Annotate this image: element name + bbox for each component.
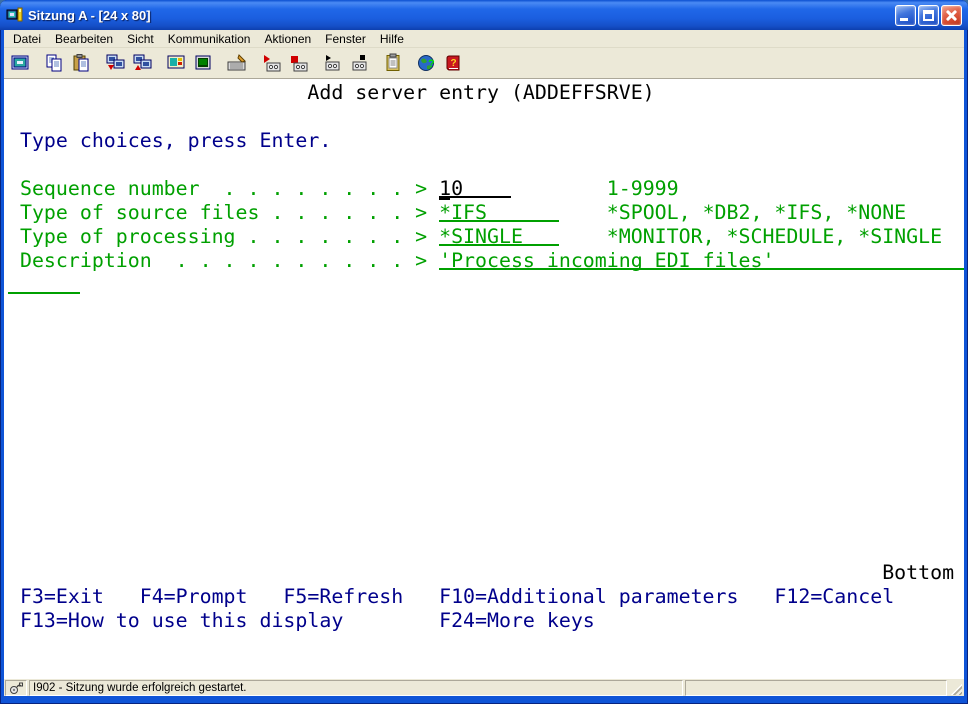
choices-type-of-source-files: *SPOOL, *DB2, *IFS, *NONE	[607, 201, 906, 224]
instruction-line: Type choices, press Enter.	[8, 129, 331, 152]
function-keys-line-2: F13=How to use this display F24=More key…	[8, 609, 595, 632]
menu-hilfe[interactable]: Hilfe	[373, 31, 411, 47]
keyboard-setup-button[interactable]	[224, 51, 250, 75]
close-button[interactable]	[941, 5, 962, 26]
play-macro-icon	[322, 53, 342, 73]
menu-sicht[interactable]: Sicht	[120, 31, 161, 47]
pause-macro-icon	[349, 53, 369, 73]
connection-status-panel	[5, 680, 27, 696]
svg-text:?: ?	[428, 58, 435, 70]
new-session-button[interactable]	[7, 51, 33, 75]
terminal-cursor	[439, 196, 450, 200]
paste-button[interactable]	[68, 51, 94, 75]
clipboard-button[interactable]	[380, 51, 406, 75]
function-keys-line-1: F3=Exit F4=Prompt F5=Refresh F10=Additio…	[8, 585, 894, 608]
send-file-icon	[105, 53, 125, 73]
color-setup-button[interactable]	[163, 51, 189, 75]
menu-datei[interactable]: Datei	[6, 31, 48, 47]
label-description: Description . . . . . . . . . . >	[8, 249, 439, 272]
help-icon: ?	[444, 53, 464, 73]
display-setup-icon	[193, 53, 213, 73]
choices-type-of-processing: *MONITOR, *SCHEDULE, *SINGLE	[607, 225, 942, 248]
minimize-button[interactable]	[895, 5, 916, 26]
input-sequence-number[interactable]: 10	[439, 177, 511, 198]
send-file-button[interactable]	[102, 51, 128, 75]
status-bar: I902 - Sitzung wurde erfolgreich gestart…	[4, 679, 964, 696]
play-macro-button[interactable]	[319, 51, 345, 75]
help-button[interactable]: ?	[441, 51, 467, 75]
web-help-icon: ?	[417, 53, 437, 73]
receive-file-button[interactable]	[129, 51, 155, 75]
bottom-indicator: Bottom	[8, 561, 954, 584]
menu-fenster[interactable]: Fenster	[318, 31, 373, 47]
toolbar: ? ?	[4, 48, 964, 79]
label-sequence-number: Sequence number . . . . . . . . >	[8, 177, 439, 200]
screen-title: Add server entry (ADDEFFSRVE)	[8, 81, 655, 104]
color-setup-icon	[166, 53, 186, 73]
keyboard-setup-icon	[227, 53, 247, 73]
terminal-screen[interactable]: Add server entry (ADDEFFSRVE) Type choic…	[4, 79, 964, 679]
paste-icon	[71, 53, 91, 73]
title-bar[interactable]: Sitzung A - [24 x 80]	[0, 0, 968, 30]
window-client-area: Datei Bearbeiten Sicht Kommunikation Akt…	[4, 30, 964, 696]
record-macro-icon	[261, 53, 281, 73]
new-session-icon	[10, 53, 30, 73]
resize-grip[interactable]	[949, 680, 963, 696]
menu-bearbeiten[interactable]: Bearbeiten	[48, 31, 120, 47]
web-help-button[interactable]: ?	[414, 51, 440, 75]
status-extra-panel	[685, 680, 947, 696]
input-description-continuation[interactable]	[8, 273, 80, 294]
minimize-icon	[900, 18, 908, 21]
record-macro-button[interactable]	[258, 51, 284, 75]
menu-aktionen[interactable]: Aktionen	[257, 31, 318, 47]
label-type-of-source-files: Type of source files . . . . . . >	[8, 201, 439, 224]
window-title: Sitzung A - [24 x 80]	[28, 8, 895, 23]
pause-macro-button[interactable]	[346, 51, 372, 75]
menu-bar: Datei Bearbeiten Sicht Kommunikation Akt…	[4, 30, 964, 48]
copy-icon	[44, 53, 64, 73]
clipboard-icon	[383, 53, 403, 73]
display-setup-button[interactable]	[190, 51, 216, 75]
input-description[interactable]: 'Process incoming EDI files'	[439, 249, 964, 270]
label-type-of-processing: Type of processing . . . . . . . >	[8, 225, 439, 248]
connection-status-icon	[9, 682, 23, 695]
input-type-of-processing[interactable]: *SINGLE	[439, 225, 559, 246]
svg-text:?: ?	[451, 58, 457, 69]
stop-macro-icon	[288, 53, 308, 73]
menu-kommunikation[interactable]: Kommunikation	[161, 31, 258, 47]
input-type-of-source-files[interactable]: *IFS	[439, 201, 559, 222]
copy-button[interactable]	[41, 51, 67, 75]
maximize-button[interactable]	[918, 5, 939, 26]
session-window: Sitzung A - [24 x 80] Datei Bearbeiten S…	[0, 0, 968, 704]
status-message: I902 - Sitzung wurde erfolgreich gestart…	[29, 680, 683, 696]
stop-macro-button[interactable]	[285, 51, 311, 75]
receive-file-icon	[132, 53, 152, 73]
session-terminal-icon	[6, 6, 24, 24]
maximize-icon	[923, 10, 934, 21]
choices-sequence-number: 1-9999	[607, 177, 679, 200]
